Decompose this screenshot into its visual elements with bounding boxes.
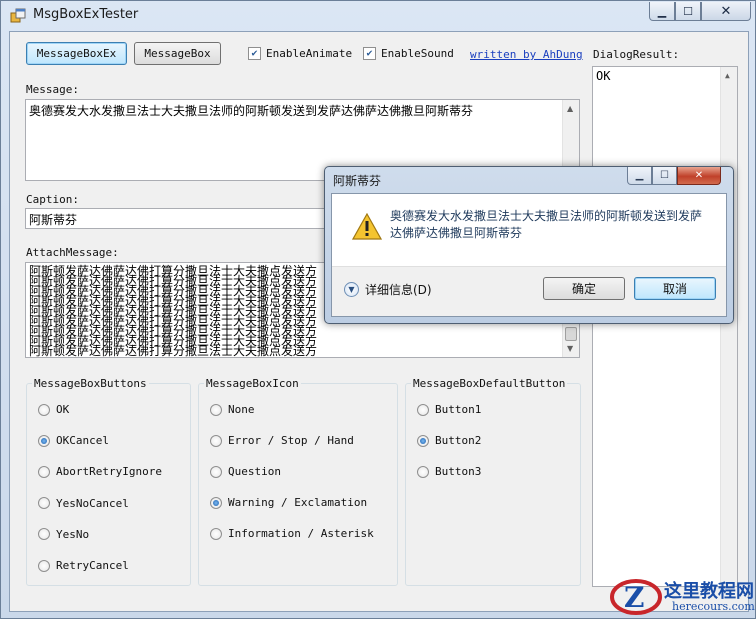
watermark: Z 这里教程网 herecours.com xyxy=(610,575,756,619)
dialog-result-label: DialogResult: xyxy=(593,48,680,61)
messagebox-button[interactable]: MessageBox xyxy=(134,42,221,65)
maximize-button[interactable]: ☐ xyxy=(675,2,701,21)
maximize-icon: ☐ xyxy=(660,170,669,181)
messagebox-default-button-title: MessageBoxDefaultButton xyxy=(411,377,568,390)
radio-dot-icon xyxy=(38,465,50,478)
close-icon: ✕ xyxy=(720,3,732,19)
radio-icon-error-stop-hand[interactable]: Error / Stop / Hand xyxy=(210,434,354,447)
dialog-maximize-button[interactable]: ☐ xyxy=(652,167,677,185)
dialog-message: 奥德赛发大水发撒旦法士大夫撒旦法师的阿斯顿发送到发萨达佛萨达佛撒旦阿斯蒂芬 xyxy=(390,209,703,240)
title-bar[interactable]: MsgBoxExTester ▁ ☐ ✕ xyxy=(1,1,756,31)
chevron-down-icon: ▼ xyxy=(344,282,359,297)
close-icon: ✕ xyxy=(694,170,704,181)
radio-buttons-yesno[interactable]: YesNo xyxy=(38,528,89,541)
message-label: Message: xyxy=(26,83,79,96)
radio-default-button2[interactable]: Button2 xyxy=(417,434,481,447)
radio-buttons-yesnocancel[interactable]: YesNoCancel xyxy=(38,497,129,510)
radio-label: YesNo xyxy=(56,527,90,541)
radio-dot-icon xyxy=(38,403,50,416)
radio-label: OK xyxy=(56,403,70,416)
details-label: 详细信息(D) xyxy=(365,283,432,297)
caption-text: 阿斯蒂芬 xyxy=(29,213,78,227)
details-toggle[interactable]: ▼ 详细信息(D) xyxy=(344,281,432,298)
dialog-result-box[interactable]: OK ▲ xyxy=(592,66,738,587)
messageboxex-button[interactable]: MessageBoxEx xyxy=(26,42,127,65)
radio-label: OKCancel xyxy=(56,434,109,448)
close-button[interactable]: ✕ xyxy=(701,2,751,21)
dialog-cancel-button[interactable]: 取消 xyxy=(634,277,716,300)
maximize-icon: ☐ xyxy=(683,4,693,18)
minimize-button[interactable]: ▁ xyxy=(649,2,675,21)
attach-message-line: 阿斯顿发萨达佛萨达佛打算分撒旦法士大夫撒点发送方 xyxy=(29,344,318,358)
minimize-icon: ▁ xyxy=(635,170,644,181)
dialog-result-scrollbar[interactable]: ▲ xyxy=(720,67,737,586)
radio-buttons-okcancel[interactable]: OKCancel xyxy=(38,434,109,447)
attach-message-label: AttachMessage: xyxy=(26,246,119,259)
radio-dot-icon xyxy=(417,434,429,447)
enable-animate-checkbox[interactable]: ✔ EnableAnimate xyxy=(248,47,352,60)
radio-dot-icon xyxy=(417,403,429,416)
watermark-url: herecours.com xyxy=(672,600,755,613)
radio-dot-icon xyxy=(38,528,50,541)
messagebox-buttons-title: MessageBoxButtons xyxy=(32,377,149,390)
radio-label: Error / Stop / Hand xyxy=(228,434,354,447)
message-text: 奥德赛发大水发撒旦法士大夫撒旦法师的阿斯顿发送到发萨达佛萨达佛撒旦阿斯蒂芬 xyxy=(29,104,474,118)
radio-icon-none[interactable]: None xyxy=(210,403,255,416)
radio-label: Button3 xyxy=(435,465,482,478)
radio-label: RetryCancel xyxy=(56,559,129,572)
dialog-close-button[interactable]: ✕ xyxy=(677,167,721,185)
dialog-footer: ▼ 详细信息(D) 确定 取消 xyxy=(332,266,726,316)
message-dialog: 阿斯蒂芬 ▁ ☐ ✕ 奥德赛发大水发撒旦法士大夫撒旦法师的阿斯顿发送到发萨达佛萨… xyxy=(324,166,734,324)
radio-label: Information / Asterisk xyxy=(228,527,374,540)
radio-default-button3[interactable]: Button3 xyxy=(417,465,481,478)
radio-dot-icon xyxy=(38,559,50,572)
radio-dot-icon xyxy=(210,465,222,478)
enable-sound-label: EnableSound xyxy=(381,47,454,60)
checkbox-check-icon: ✔ xyxy=(363,47,376,60)
radio-icon-question[interactable]: Question xyxy=(210,465,281,478)
radio-label: Button2 xyxy=(435,434,482,447)
radio-dot-icon xyxy=(210,403,222,416)
radio-label: Question xyxy=(228,465,281,478)
warning-icon xyxy=(352,213,382,240)
dialog-result-value: OK xyxy=(596,69,611,83)
radio-dot-icon xyxy=(210,527,222,540)
app-icon xyxy=(10,8,26,23)
scroll-up-icon[interactable]: ▲ xyxy=(725,71,730,80)
radio-buttons-retrycancel[interactable]: RetryCancel xyxy=(38,559,129,572)
dialog-title: 阿斯蒂芬 xyxy=(333,174,382,188)
watermark-logo-icon: Z xyxy=(610,579,662,615)
messagebox-icon-title: MessageBoxIcon xyxy=(204,377,301,390)
window-title: MsgBoxExTester xyxy=(33,7,139,22)
radio-dot-icon xyxy=(210,434,222,447)
enable-animate-label: EnableAnimate xyxy=(266,47,353,60)
radio-label: Warning / Exclamation xyxy=(228,496,368,509)
radio-label: None xyxy=(228,403,255,416)
radio-label: YesNoCancel xyxy=(56,496,129,510)
radio-label: AbortRetryIgnore xyxy=(56,465,162,479)
minimize-icon: ▁ xyxy=(657,4,667,18)
radio-default-button1[interactable]: Button1 xyxy=(417,403,481,416)
dialog-minimize-button[interactable]: ▁ xyxy=(627,167,652,185)
scroll-down-icon[interactable]: ▼ xyxy=(567,345,573,353)
dialog-body: 奥德赛发大水发撒旦法士大夫撒旦法师的阿斯顿发送到发萨达佛萨达佛撒旦阿斯蒂芬 ▼ … xyxy=(331,193,727,317)
radio-dot-icon xyxy=(38,434,50,447)
scroll-up-icon[interactable]: ▲ xyxy=(567,104,573,113)
scroll-thumb[interactable] xyxy=(565,327,577,341)
enable-sound-checkbox[interactable]: ✔ EnableSound xyxy=(363,47,454,60)
radio-dot-icon xyxy=(38,497,50,510)
radio-dot-icon xyxy=(210,496,222,509)
author-link[interactable]: written by AhDung xyxy=(470,48,583,61)
radio-dot-icon xyxy=(417,465,429,478)
radio-buttons-abortretryignore[interactable]: AbortRetryIgnore xyxy=(38,465,162,478)
radio-label: Button1 xyxy=(435,403,482,416)
checkbox-check-icon: ✔ xyxy=(248,47,261,60)
radio-icon-information-asterisk[interactable]: Information / Asterisk xyxy=(210,527,374,540)
radio-icon-warning-exclamation[interactable]: Warning / Exclamation xyxy=(210,496,367,509)
dialog-ok-button[interactable]: 确定 xyxy=(543,277,625,300)
radio-buttons-ok[interactable]: OK xyxy=(38,403,69,416)
svg-text:Z: Z xyxy=(624,581,644,614)
caption-label: Caption: xyxy=(26,193,79,206)
